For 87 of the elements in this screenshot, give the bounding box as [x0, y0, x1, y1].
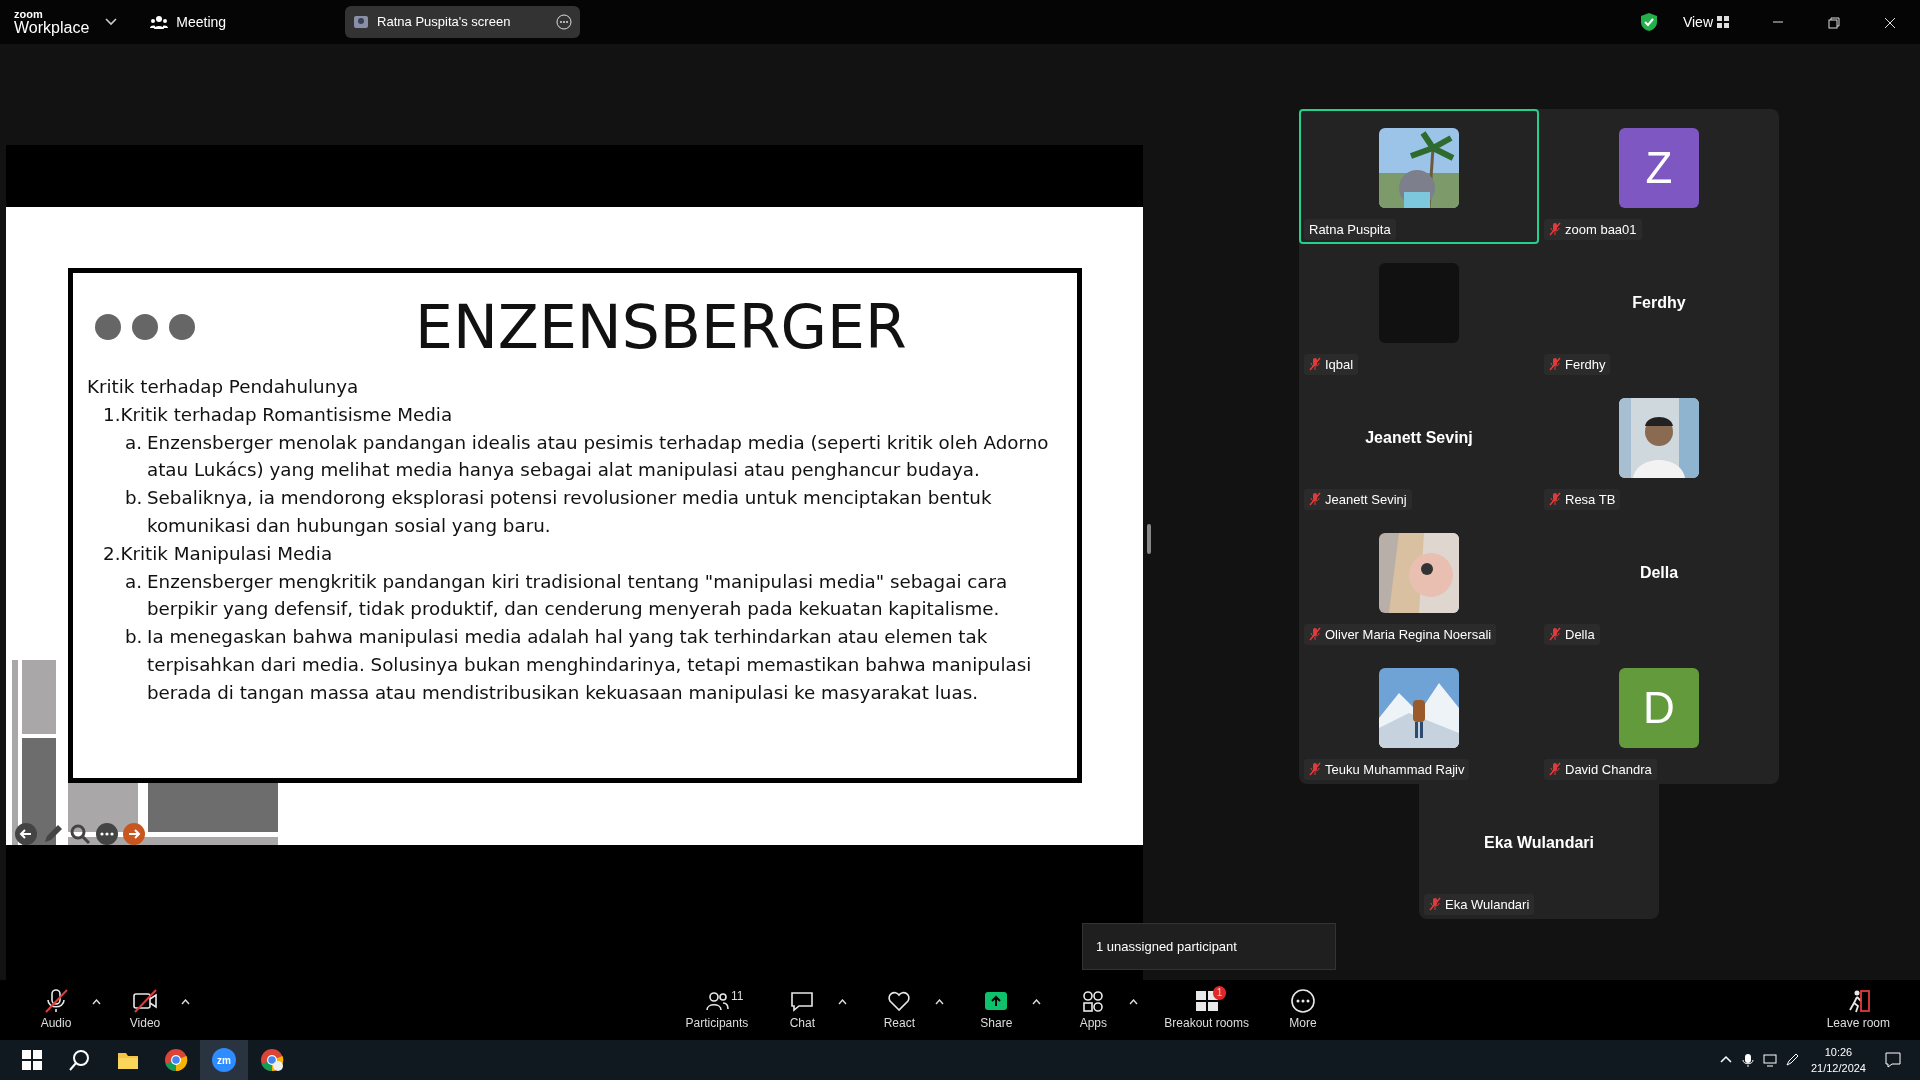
toolbar-button[interactable]: Chat	[770, 984, 835, 1036]
restore-icon[interactable]	[1827, 15, 1841, 30]
participant-name: Eka Wulandari	[1484, 832, 1594, 853]
monitor-icon[interactable]	[1762, 1053, 1777, 1067]
chevron-down-icon[interactable]	[105, 18, 118, 26]
close-icon[interactable]	[1883, 15, 1897, 30]
toolbar-button[interactable]: Share	[964, 984, 1029, 1036]
name-label: David Chandra	[1544, 758, 1657, 780]
back-icon[interactable]	[14, 821, 38, 846]
name-label: Resa TB	[1544, 488, 1621, 510]
app-logo: zoom Workplace	[14, 8, 90, 36]
slide-text: Enzensberger menolak pandangan idealis atau pesimis terhadap media (seperti kritik oleh Adorno atau Lukács) yang melihat media hanya sebagai alat manipulasi atau penghancur budaya.	[147, 430, 1050, 483]
grid-icon	[1717, 16, 1729, 28]
grid-icon	[1193, 988, 1220, 1014]
list-marker: a.	[125, 430, 143, 455]
search-icon[interactable]	[68, 1048, 92, 1072]
meeting-menu[interactable]: Meeting	[141, 6, 236, 38]
participant-count: 11	[730, 988, 744, 1005]
chrome-icon[interactable]	[164, 1048, 188, 1072]
slide-text: Ia menegaskan bahwa manipulasi media adalah hal yang tak terhindarkan atau elemen tak terpisahkan dari media. Solusinya bukan menghindarinya, tetapi memastikan bahwa manipulasi berada di tangan massa atau mendistribusikan kekuasaan manipulasi ke masyarakat luas.	[147, 625, 1033, 705]
list-marker: b.	[125, 486, 144, 511]
name-label: Oliver Maria Regina Noersali	[1304, 623, 1497, 645]
slide-text: Kritik terhadap Pendahulunya	[87, 375, 360, 399]
notification-icon[interactable]	[1884, 1051, 1902, 1069]
windows-icon[interactable]	[20, 1048, 44, 1072]
caret-up-icon	[181, 999, 190, 1006]
caret-up-icon	[1032, 999, 1042, 1006]
video-tile[interactable]: Della Della	[1539, 514, 1779, 649]
avatar: Z	[1619, 127, 1699, 208]
list-marker: a.	[125, 569, 143, 594]
video-tile[interactable]: Iqbal	[1299, 244, 1539, 379]
slide-heading: 2.Kritik Manipulasi Media	[102, 541, 334, 566]
slide-text: Sebaliknya, ia mendorong eksplorasi potensi revolusioner media untuk menciptakan bentuk komunikasi dan hubungan sosial yang baru.	[147, 486, 993, 538]
name-label: Eka Wulandari	[1424, 893, 1535, 915]
notification-badge: 1	[1212, 986, 1227, 1000]
name-label: Jeanett Sevinj	[1304, 488, 1412, 510]
view-button[interactable]: View	[1673, 6, 1738, 38]
shield-check-icon	[1639, 12, 1658, 32]
pen-icon[interactable]	[1784, 1053, 1799, 1067]
clock-time: 10:26	[1823, 1045, 1854, 1060]
participant-name: Ferdhy	[1632, 292, 1686, 313]
toolbar-button[interactable]: Participants 11	[679, 984, 755, 1036]
toolbar-button[interactable]: Apps	[1061, 984, 1126, 1036]
toolbar-button[interactable]: Video	[113, 984, 177, 1036]
chrome-icon[interactable]	[260, 1048, 284, 1072]
toolbar-button[interactable]: Leave room	[1820, 984, 1896, 1036]
video-tile[interactable]: D David Chandra	[1539, 649, 1779, 784]
slide-title: ENZENSBERGER	[415, 297, 907, 357]
avatar: D	[1619, 667, 1699, 748]
slide-heading: 1.Kritik terhadap Romantisisme Media	[102, 402, 454, 427]
more-icon	[1290, 988, 1316, 1014]
toolbar-button[interactable]: React	[867, 984, 932, 1036]
name-label: Ferdhy	[1544, 353, 1611, 375]
caret-up-icon	[935, 999, 945, 1006]
toolbar-button[interactable]: Audio	[24, 984, 88, 1036]
video-tile[interactable]: Ferdhy Ferdhy	[1539, 244, 1779, 379]
participant-name: Jeanett Sevinj	[1365, 427, 1473, 448]
more-icon	[556, 14, 573, 30]
resize-handle-icon[interactable]	[1147, 524, 1151, 554]
video-tile[interactable]: Jeanett Sevinj Jeanett Sevinj	[1299, 379, 1539, 514]
caret-up-icon	[92, 999, 101, 1006]
next-icon[interactable]	[122, 821, 146, 846]
video-tile[interactable]: Ratna Puspita	[1299, 109, 1539, 244]
toolbar-button[interactable]: More	[1271, 984, 1335, 1036]
video-tile[interactable]: Z zoom baa01	[1539, 109, 1779, 244]
tooltip: 1 unassigned participant	[1082, 923, 1336, 970]
screen-share-icon	[353, 14, 370, 30]
name-label: Teuku Muhammad Rajiv	[1304, 758, 1470, 780]
caret-up-icon	[838, 999, 848, 1006]
share-tab[interactable]: Ratna Puspita's screen	[345, 6, 581, 38]
more-icon[interactable]	[95, 821, 119, 846]
video-tile[interactable]: Oliver Maria Regina Noersali	[1299, 514, 1539, 649]
microphone-icon[interactable]	[1740, 1053, 1755, 1067]
slide-text: Enzensberger mengkritik pandangan kiri tradisional tentang "manipulasi media" sebagai cara berpikir yang defensif, tidak produktif, dan cenderung menyerah pada kekuatan kapitalisme.	[147, 569, 1009, 622]
clock-date: 21/12/2024	[1810, 1061, 1866, 1076]
video-tile[interactable]: Teuku Muhammad Rajiv	[1299, 649, 1539, 784]
video-tile[interactable]: Eka Wulandari Eka Wulandari	[1419, 784, 1659, 919]
toolbar-button[interactable]: Breakout rooms 1	[1158, 984, 1255, 1036]
video-tile[interactable]: Resa TB	[1539, 379, 1779, 514]
participant-name: Della	[1639, 562, 1679, 583]
caret-up-icon	[1129, 999, 1139, 1006]
name-label: Ratna Puspita	[1304, 218, 1396, 240]
people-icon	[150, 15, 169, 29]
name-label: zoom baa01	[1544, 218, 1642, 240]
list-marker: b.	[125, 625, 144, 650]
name-label: Iqbal	[1304, 353, 1359, 375]
name-label: Della	[1544, 623, 1600, 645]
